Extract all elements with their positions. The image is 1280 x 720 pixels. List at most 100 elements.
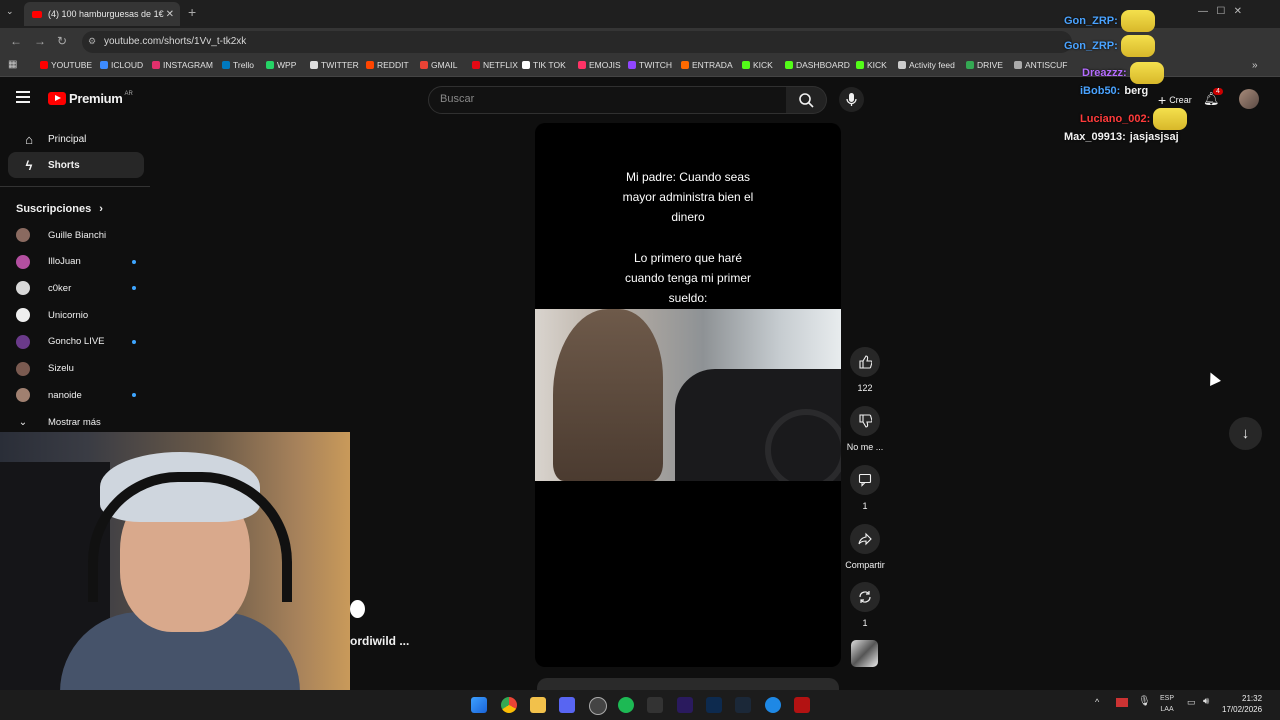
like-button[interactable]: 122 — [849, 347, 881, 393]
new-content-dot — [132, 259, 136, 264]
new-tab-icon[interactable]: + — [188, 4, 196, 20]
youtube-premium-logo[interactable]: Premium AR — [48, 91, 133, 106]
back-icon[interactable]: ← — [10, 34, 22, 48]
app-red-icon[interactable] — [794, 697, 810, 713]
steam-icon[interactable] — [735, 697, 751, 713]
close-tab-icon[interactable]: ✕ — [166, 9, 174, 20]
bookmark-twitter[interactable]: TWITTER — [310, 60, 359, 70]
edge-icon[interactable] — [765, 697, 781, 713]
browser-tab[interactable]: (4) 100 hamburguesas de 1€ # ✕ — [24, 2, 180, 26]
bookmark-label: NETFLIX — [483, 60, 518, 70]
chrome-icon[interactable] — [501, 697, 517, 713]
bookmark-drive[interactable]: DRIVE — [966, 60, 1003, 70]
channel-name: IlloJuan — [48, 256, 81, 268]
minion-emote-icon — [1120, 35, 1155, 57]
notification-count-badge: 4 — [1213, 88, 1223, 95]
obs-icon[interactable] — [589, 697, 607, 715]
bookmark-dashboard[interactable]: DASHBOARD — [785, 60, 850, 70]
bookmark-label: ANTISCUF — [1025, 60, 1068, 70]
bookmark-youtube[interactable]: YOUTUBE — [40, 60, 92, 70]
reload-icon[interactable]: ↻ — [57, 34, 67, 48]
discord-icon[interactable] — [559, 697, 575, 713]
subscription-item[interactable]: Goncho LIVE — [16, 330, 136, 354]
spotify-icon[interactable] — [618, 697, 634, 713]
sidebar-item-shorts[interactable]: ϟ Shorts — [8, 152, 144, 178]
short-video-player[interactable]: Mi padre: Cuando seas mayor administra b… — [535, 123, 841, 667]
bookmark-favicon-icon — [420, 61, 428, 69]
bookmark-trello[interactable]: Trello — [222, 60, 254, 70]
bookmark-netflix[interactable]: NETFLIX — [472, 60, 518, 70]
premiere-icon[interactable] — [677, 697, 693, 713]
system-clock[interactable]: 21:32 17/02/2026 — [1222, 693, 1262, 715]
bookmark-instagram[interactable]: INSTAGRAM — [152, 60, 213, 70]
url-text[interactable]: youtube.com/shorts/1Vv_t-tk2xk — [104, 36, 246, 47]
tab-list-chevron-icon[interactable]: ⌄ — [6, 6, 14, 17]
app-icon[interactable] — [647, 697, 663, 713]
channel-avatar — [16, 334, 30, 349]
bookmark-wpp[interactable]: WPP — [266, 60, 296, 70]
bookmark-reddit[interactable]: REDDIT — [366, 60, 409, 70]
search-button[interactable] — [786, 86, 827, 114]
subscription-item[interactable]: IlloJuan — [16, 250, 136, 274]
next-short-button[interactable]: ↓ — [1229, 417, 1262, 450]
subscription-item[interactable]: Guille Bianchi — [16, 223, 136, 247]
subscription-item[interactable]: nanoide — [16, 383, 136, 407]
bookmark-emojis[interactable]: EMOJIS — [578, 60, 621, 70]
language-indicator[interactable]: ESP LAA — [1160, 693, 1174, 715]
volume-icon[interactable]: 🔊︎ — [1203, 696, 1209, 707]
tray-chevron-icon[interactable]: ^ — [1095, 697, 1099, 707]
apps-icon[interactable]: ▦ — [8, 59, 17, 70]
more-bookmarks-icon[interactable]: » — [1252, 60, 1258, 71]
caption-line: Lo primero que haré — [633, 251, 743, 265]
account-avatar[interactable] — [1239, 89, 1259, 109]
show-more-button[interactable]: ⌄ Mostrar más — [16, 410, 136, 434]
photoshop-icon[interactable] — [706, 697, 722, 713]
bookmark-entrada[interactable]: ENTRADA — [681, 60, 733, 70]
site-info-icon[interactable]: ⚙ — [88, 36, 96, 47]
file-explorer-icon[interactable] — [530, 697, 546, 713]
sidebar-divider — [0, 186, 150, 187]
voice-search-button[interactable] — [839, 87, 864, 112]
bookmark-tik-tok[interactable]: TIK TOK — [522, 60, 566, 70]
channel-avatar-partial[interactable] — [350, 600, 365, 618]
tray-app-icon[interactable] — [1116, 698, 1128, 707]
audio-thumbnail[interactable] — [851, 640, 878, 667]
bookmark-icloud[interactable]: ICLOUD — [100, 60, 143, 70]
shorts-icon: ϟ — [25, 157, 33, 173]
bookmark-label: DRIVE — [977, 60, 1003, 70]
window-controls[interactable]: — ☐ ✕ — [1198, 6, 1242, 17]
create-button[interactable]: + Crear — [1158, 92, 1192, 108]
network-icon[interactable]: ▭ — [1187, 697, 1196, 708]
remix-icon — [850, 582, 880, 612]
bookmark-twitch[interactable]: TWITCH — [628, 60, 672, 70]
subscription-item[interactable]: Sizelu — [16, 357, 136, 381]
bookmark-activity-feed[interactable]: Activity feed — [898, 60, 955, 70]
menu-icon[interactable] — [16, 91, 30, 106]
bookmark-kick[interactable]: KICK — [742, 60, 773, 70]
bookmark-favicon-icon — [472, 61, 480, 69]
chat-username: Gon_ZRP: — [1064, 40, 1118, 52]
subscription-item[interactable]: Unicornio — [16, 303, 136, 327]
like-count: 122 — [857, 383, 873, 393]
chat-username: Max_09913: — [1064, 131, 1126, 143]
windows-start-icon[interactable] — [471, 697, 487, 713]
tray-mic-icon[interactable]: 🎙︎ — [1138, 696, 1151, 707]
minion-emote-icon — [1129, 62, 1164, 84]
bookmark-antiscuf[interactable]: ANTISCUF — [1014, 60, 1068, 70]
sidebar-item-principal[interactable]: ⌂ Principal — [8, 126, 144, 152]
share-button[interactable]: Compartir — [843, 524, 887, 570]
remix-button[interactable]: 1 — [849, 582, 881, 628]
bookmark-kick[interactable]: KICK — [856, 60, 887, 70]
share-icon — [850, 524, 880, 554]
bookmark-label: YOUTUBE — [51, 60, 93, 70]
comments-button[interactable]: 1 — [849, 465, 881, 511]
channel-name-partial[interactable]: ordiwild ... — [350, 634, 409, 648]
subscription-item[interactable]: c0ker — [16, 276, 136, 300]
forward-icon[interactable]: → — [34, 34, 46, 48]
channel-name: Goncho LIVE — [48, 336, 105, 348]
bookmark-gmail[interactable]: GMAIL — [420, 60, 457, 70]
bookmark-favicon-icon — [856, 61, 864, 69]
search-input[interactable] — [428, 86, 788, 114]
dislike-button[interactable]: No me ... — [845, 406, 885, 452]
subscriptions-heading[interactable]: Suscripciones › — [16, 203, 103, 215]
